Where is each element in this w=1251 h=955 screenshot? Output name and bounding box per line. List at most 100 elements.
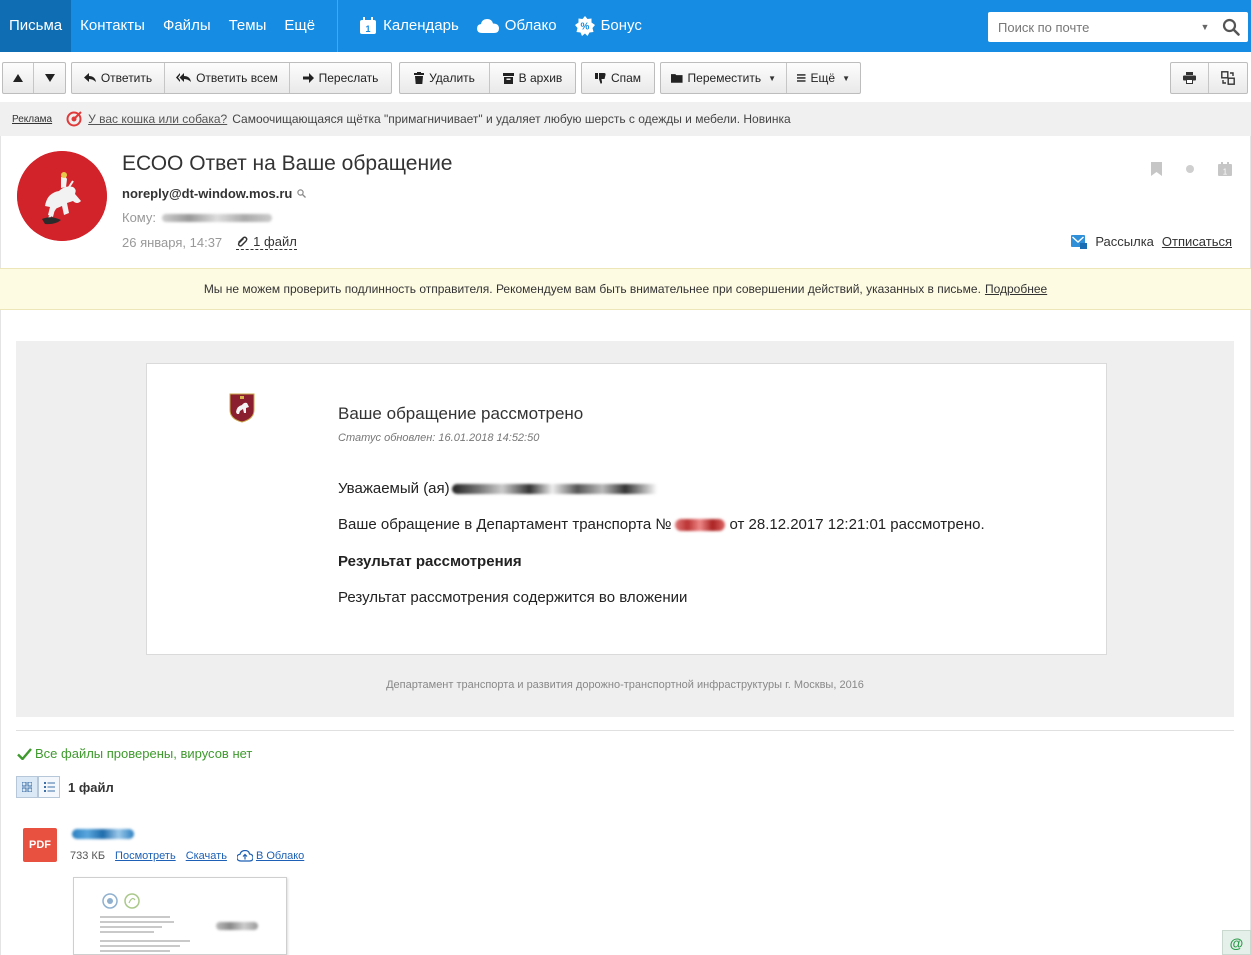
bonus-icon: %: [574, 16, 595, 36]
archive-button[interactable]: В архив: [490, 63, 575, 93]
nav-more[interactable]: Ещё: [275, 0, 324, 52]
top-navigation: Письма Контакты Файлы Темы Ещё 1 Календа…: [0, 0, 1251, 52]
more-actions-label: Ещё: [810, 71, 836, 85]
list-view-button[interactable]: [38, 776, 60, 798]
attachment-preview[interactable]: [73, 877, 287, 955]
nav-themes[interactable]: Темы: [220, 0, 276, 52]
attachments-link-label: 1 файл: [253, 234, 297, 249]
newsletter-label: Рассылка: [1095, 234, 1154, 249]
nav-cloud[interactable]: Облако: [468, 0, 566, 52]
calendar-icon: 1: [359, 17, 377, 35]
attachment-view-link[interactable]: Посмотреть: [115, 850, 176, 862]
calendar-add-icon[interactable]: 1: [1218, 162, 1232, 176]
at-sign-icon: @: [1229, 934, 1244, 951]
mail-footer: Департамент транспорта и развития дорожн…: [386, 679, 864, 691]
filename-redacted: [72, 829, 134, 839]
attachment-cloud-link[interactable]: В Облако: [236, 850, 305, 862]
spam-group: Спам: [581, 62, 655, 94]
attachments-link[interactable]: 1 файл: [236, 234, 297, 250]
recipient-redacted: [162, 213, 272, 222]
nav-letters[interactable]: Письма: [0, 0, 72, 52]
mail-content-card: [146, 363, 1107, 655]
unsubscribe-link[interactable]: Отписаться: [1162, 234, 1232, 249]
newsletter-icon: [1071, 234, 1088, 249]
reply-group: Ответить Ответить всем Переслать: [71, 62, 392, 94]
pdf-file-icon[interactable]: PDF: [23, 828, 57, 862]
bookmark-icon[interactable]: [1151, 162, 1162, 176]
moscow-shield-icon: [229, 393, 255, 423]
mail-greeting: Уважаемый (ая): [338, 480, 680, 497]
nav-files[interactable]: Файлы: [154, 0, 220, 52]
arrow-down-icon: [44, 74, 55, 82]
nav-calendar[interactable]: 1 Календарь: [350, 0, 468, 52]
next-message-button[interactable]: [34, 63, 65, 93]
department-logo: [229, 393, 255, 428]
search-button[interactable]: [1214, 12, 1248, 42]
nav-separator: [337, 0, 339, 52]
checkmark-icon: [17, 747, 32, 760]
reply-label: Ответить: [100, 71, 153, 85]
archive-icon: [502, 72, 514, 84]
sender-warning: Мы не можем проверить подлинность отправ…: [0, 268, 1251, 310]
message-subject: ЕСОО Ответ на Ваше обращение: [122, 152, 453, 175]
request-number-redacted: [675, 518, 726, 531]
open-in-window-button[interactable]: [1209, 63, 1247, 93]
document-logo-icon: [102, 893, 140, 909]
attachment-meta: 733 КБ Посмотреть Скачать В Облако: [70, 850, 304, 862]
cloud-icon: [476, 18, 499, 34]
sender-email[interactable]: noreply@dt-window.mos.ru: [122, 186, 292, 201]
attachment-download-link[interactable]: Скачать: [186, 850, 227, 862]
grid-view-button[interactable]: [16, 776, 38, 798]
search-box: ▼: [988, 12, 1248, 42]
nav-bonus[interactable]: % Бонус: [566, 0, 651, 52]
mail-line-1: Ваше обращение в Департамент транспорта …: [338, 516, 985, 533]
recipient-line: Кому:: [122, 210, 272, 225]
trash-icon: [414, 72, 425, 84]
nav-bonus-label: Бонус: [600, 17, 642, 34]
nav-contacts[interactable]: Контакты: [71, 0, 154, 52]
reply-all-label: Ответить всем: [196, 71, 278, 85]
attachment-size: 733 КБ: [70, 850, 106, 862]
result-text: Результат рассмотрения содержится во вло…: [338, 589, 688, 606]
delete-button[interactable]: Удалить: [400, 63, 490, 93]
unread-dot-icon[interactable]: [1186, 165, 1194, 173]
virus-check-text: Все файлы проверены, вирусов нет: [35, 746, 253, 761]
search-input[interactable]: [988, 13, 1196, 41]
reply-icon: [83, 73, 96, 82]
result-heading: Результат рассмотрения: [338, 553, 522, 570]
mail-status: Статус обновлен: 16.01.2018 14:52:50: [338, 432, 540, 444]
message-toolbar: Ответить Ответить всем Переслать Удалить…: [0, 52, 1251, 102]
magnifier-icon[interactable]: [297, 189, 307, 198]
svg-text:1: 1: [1223, 168, 1228, 177]
delete-label: Удалить: [429, 71, 475, 85]
attachment-filename[interactable]: [72, 826, 134, 844]
reply-all-button[interactable]: Ответить всем: [165, 63, 290, 93]
delete-archive-group: Удалить В архив: [399, 62, 576, 94]
newsletter-info: Рассылка Отписаться: [1071, 234, 1232, 249]
ad-text[interactable]: Самоочищающаяся щётка "примагничивает" и…: [232, 112, 790, 126]
spam-button[interactable]: Спам: [582, 63, 654, 93]
ad-link[interactable]: У вас кошка или собака?: [88, 112, 227, 126]
printer-icon: [1183, 72, 1196, 84]
ad-label[interactable]: Реклама: [12, 114, 52, 125]
search-options-caret-icon[interactable]: ▼: [1196, 22, 1214, 32]
more-caret-icon: ▼: [842, 73, 850, 83]
print-group: [1170, 62, 1248, 94]
mail-agent-button[interactable]: @: [1222, 930, 1251, 955]
move-label: Переместить: [687, 71, 762, 85]
line1-start: Ваше обращение в Департамент транспорта …: [338, 516, 672, 533]
move-button[interactable]: Переместить ▼: [661, 63, 787, 93]
sender-address[interactable]: noreply@dt-window.mos.ru: [122, 186, 307, 201]
more-actions-button[interactable]: Ещё ▼: [787, 63, 860, 93]
ad-target-icon: [66, 111, 82, 127]
mail-title: Ваше обращение рассмотрено: [338, 404, 584, 423]
forward-button[interactable]: Переслать: [290, 63, 391, 93]
reply-button[interactable]: Ответить: [72, 63, 165, 93]
arrow-up-icon: [13, 74, 23, 82]
print-button[interactable]: [1171, 63, 1209, 93]
attachment-cloud-label: В Облако: [255, 850, 305, 862]
previous-message-button[interactable]: [3, 63, 34, 93]
date-line: 26 января, 14:37 1 файл: [122, 234, 297, 250]
warning-more-link[interactable]: Подробнее: [985, 282, 1047, 296]
nav-cloud-label: Облако: [504, 17, 557, 34]
